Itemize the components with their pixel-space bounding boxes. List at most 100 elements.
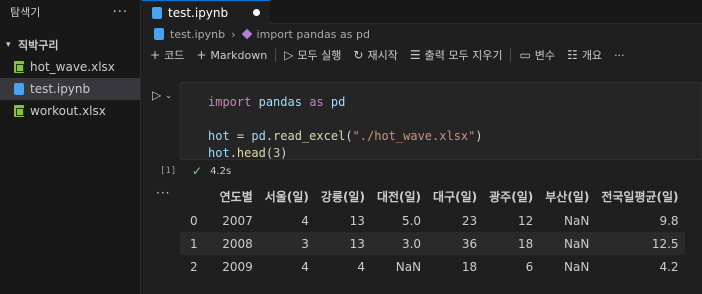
variables-label: 변수 bbox=[534, 49, 556, 62]
explorer-header: 탐색기 ··· bbox=[0, 0, 140, 24]
column-header: 서울(일) bbox=[264, 189, 309, 204]
run-all-label: 모두 실행 bbox=[297, 49, 342, 62]
column-header: 부산(일) bbox=[545, 189, 590, 204]
toolbar-divider bbox=[275, 48, 277, 62]
variables-button[interactable]: ▭ 변수 bbox=[519, 47, 555, 63]
unsaved-dot-icon[interactable] bbox=[253, 9, 260, 16]
plus-icon: + bbox=[196, 48, 207, 62]
play-icon: ▷ bbox=[152, 88, 162, 102]
file-label: test.ipynb bbox=[30, 82, 91, 96]
table-row: 2 2009 4 4 NaN 18 6 NaN 4.2 bbox=[180, 255, 685, 278]
add-markdown-label: Markdown bbox=[210, 48, 268, 62]
restart-button[interactable]: ↻ 재시작 bbox=[353, 47, 397, 63]
excel-file-icon bbox=[14, 105, 24, 117]
file-item-workout[interactable]: workout.xlsx bbox=[0, 100, 140, 122]
chevron-down-icon: ⌄ bbox=[165, 90, 172, 100]
chevron-right-icon: › bbox=[231, 27, 236, 41]
cell-output: 연도별 서울(일) 강릉(일) 대전(일) 대구(일) 광주(일) 부산(일) … bbox=[180, 183, 702, 294]
column-header: 연도별 bbox=[219, 189, 253, 204]
table-cell: NaN bbox=[395, 259, 422, 274]
table-cell: 36 bbox=[427, 232, 484, 255]
table-cell: 4.2 bbox=[659, 259, 679, 274]
add-code-label: 코드 bbox=[164, 49, 185, 62]
clear-outputs-button[interactable]: ☰ 출력 모두 지우기 bbox=[410, 47, 503, 63]
table-row: 1 2008 3 13 3.0 36 18 NaN 12.5 bbox=[180, 232, 685, 255]
column-header: 대구(일) bbox=[433, 189, 478, 204]
table-cell: 2009 bbox=[222, 259, 253, 274]
toolbar-more-button[interactable]: ··· bbox=[614, 49, 625, 62]
folder-label: 직박구리 bbox=[18, 39, 59, 52]
toolbar-divider bbox=[510, 48, 512, 62]
table-cell: 13 bbox=[349, 213, 365, 228]
table-cell: 23 bbox=[461, 213, 478, 228]
code-cell: ▷ ⌄ import pandas as pd hot = pd.read_ex… bbox=[142, 82, 702, 182]
editor-area: test.ipynb test.ipynb › import pandas as… bbox=[142, 0, 702, 294]
explorer-sidebar: 탐색기 ··· ▾ 직박구리 hot_wave.xlsx test.ipynb … bbox=[0, 0, 141, 294]
notebook-file-icon bbox=[14, 83, 24, 95]
execution-count: [1] bbox=[160, 166, 177, 176]
breadcrumb-file[interactable]: test.ipynb bbox=[170, 28, 225, 41]
tab-label: test.ipynb bbox=[168, 5, 229, 20]
variables-icon: ▭ bbox=[519, 48, 531, 62]
table-cell: 2008 bbox=[213, 232, 259, 255]
table-cell: 4 bbox=[301, 213, 309, 228]
tab-bar: test.ipynb bbox=[142, 0, 702, 24]
add-markdown-button[interactable]: + Markdown bbox=[196, 48, 267, 62]
tab-test-ipynb[interactable]: test.ipynb bbox=[142, 0, 270, 24]
explorer-title: 탐색기 bbox=[10, 6, 41, 19]
outline-label: 개요 bbox=[581, 49, 603, 62]
table-row: 0 2007 4 13 5.0 23 12 NaN 9.8 bbox=[180, 209, 685, 232]
restart-icon: ↻ bbox=[353, 48, 364, 62]
table-cell: 3.0 bbox=[370, 232, 428, 255]
table-cell: 3 bbox=[258, 232, 315, 255]
notebook-toolbar: + 코드 + Markdown ▷ 모두 실행 ↻ 재시작 ☰ 출력 모두 지우… bbox=[142, 44, 702, 66]
outline-button[interactable]: ☷ 개요 bbox=[567, 47, 602, 63]
file-label: hot_wave.xlsx bbox=[30, 60, 115, 74]
add-code-button[interactable]: + 코드 bbox=[150, 47, 184, 63]
column-header: 대전(일) bbox=[376, 189, 422, 204]
table-cell: 4 bbox=[301, 259, 309, 274]
code-text[interactable]: import pandas as pd hot = pd.read_excel(… bbox=[208, 94, 483, 162]
breadcrumb-symbol[interactable]: import pandas as pd bbox=[257, 28, 370, 41]
file-item-hot-wave[interactable]: hot_wave.xlsx bbox=[0, 56, 140, 78]
run-all-button[interactable]: ▷ 모두 실행 bbox=[284, 47, 341, 63]
notebook-file-icon bbox=[154, 28, 164, 40]
run-all-icon: ▷ bbox=[284, 48, 294, 62]
clear-all-icon: ☰ bbox=[409, 48, 421, 62]
dataframe-table: 연도별 서울(일) 강릉(일) 대전(일) 대구(일) 광주(일) 부산(일) … bbox=[180, 183, 685, 278]
table-cell: NaN bbox=[539, 232, 596, 255]
folder-item[interactable]: ▾ 직박구리 bbox=[0, 34, 140, 56]
cell-status: ✓ 4.2s bbox=[192, 164, 231, 178]
table-cell: 2007 bbox=[222, 213, 253, 228]
table-cell: 0 bbox=[190, 213, 198, 228]
chevron-down-icon: ▾ bbox=[6, 40, 11, 50]
table-cell: NaN bbox=[564, 213, 590, 228]
table-cell: 4 bbox=[357, 259, 365, 274]
table-cell: 9.8 bbox=[659, 213, 679, 228]
column-header: 전국일평균(일) bbox=[601, 189, 679, 204]
table-cell: 18 bbox=[461, 259, 478, 274]
table-header-row: 연도별 서울(일) 강릉(일) 대전(일) 대구(일) 광주(일) 부산(일) … bbox=[180, 183, 685, 209]
more-icon: ··· bbox=[614, 48, 625, 62]
explorer-more-button[interactable]: ··· bbox=[113, 5, 128, 20]
table-cell: 13 bbox=[314, 232, 371, 255]
table-cell: 12.5 bbox=[595, 232, 685, 255]
column-header: 강릉(일) bbox=[320, 189, 365, 204]
table-cell: 6 bbox=[525, 259, 534, 274]
column-header: 광주(일) bbox=[489, 189, 534, 204]
file-label: workout.xlsx bbox=[30, 104, 106, 118]
column-header bbox=[180, 183, 214, 209]
table-cell: 1 bbox=[180, 232, 214, 255]
breadcrumb: test.ipynb › import pandas as pd bbox=[142, 24, 702, 44]
outline-icon: ☷ bbox=[567, 48, 578, 62]
run-cell-button[interactable]: ▷ ⌄ bbox=[152, 88, 182, 102]
table-cell: 18 bbox=[483, 232, 540, 255]
file-item-test-ipynb[interactable]: test.ipynb bbox=[0, 78, 140, 100]
table-cell: 12 bbox=[517, 213, 534, 228]
table-cell: NaN bbox=[564, 259, 590, 274]
restart-label: 재시작 bbox=[367, 49, 398, 62]
notebook-file-icon bbox=[152, 6, 162, 19]
output-more-button[interactable]: ··· bbox=[156, 186, 170, 200]
clear-outputs-label: 출력 모두 지우기 bbox=[424, 49, 503, 62]
table-cell: 5.0 bbox=[401, 213, 422, 228]
